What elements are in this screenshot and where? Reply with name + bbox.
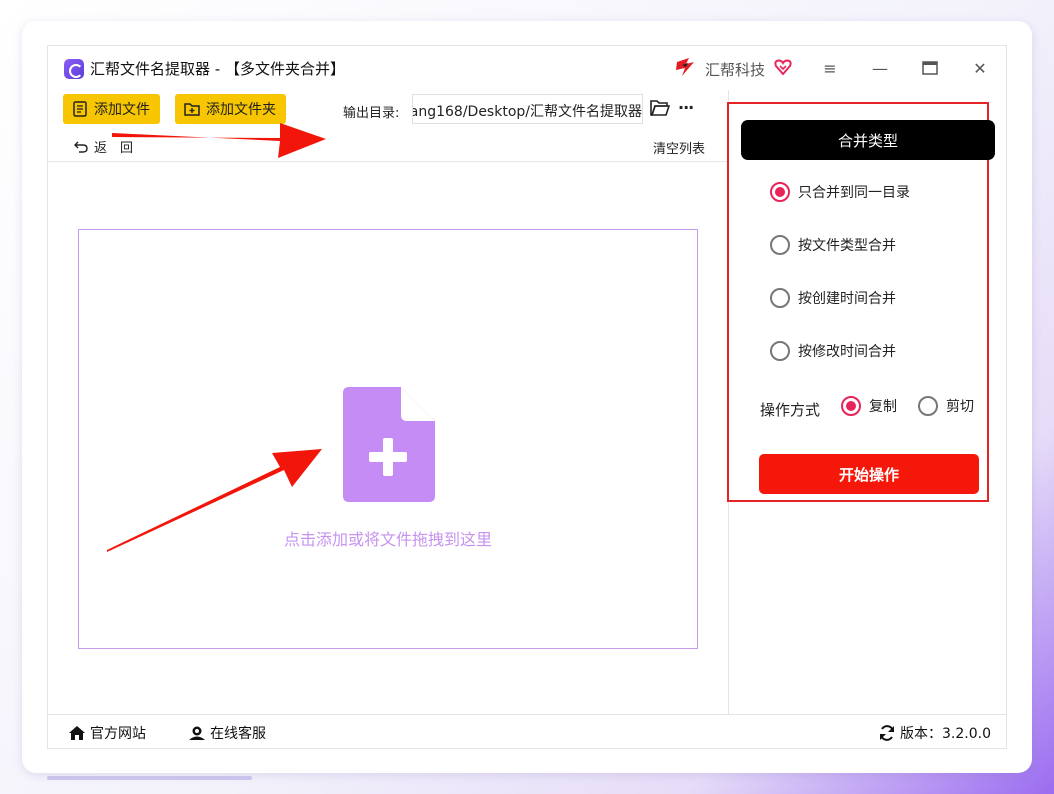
- start-operation-button[interactable]: 开始操作: [759, 454, 979, 494]
- version-label: 版本：3.2.0.0: [900, 726, 991, 742]
- add-document-icon[interactable]: [343, 387, 435, 502]
- home-icon: [69, 726, 85, 740]
- radio-selected-icon[interactable]: [841, 396, 861, 416]
- main-window: 汇帮文件名提取器 - 【多文件夹合并】 汇帮科技 ≡ — ✕ 添加文件 添加文件…: [47, 45, 1007, 749]
- file-list-icon: [73, 101, 87, 117]
- heart-icon[interactable]: [774, 58, 792, 76]
- output-dir-field[interactable]: ang168/Desktop/汇帮文件名提取器: [412, 94, 643, 124]
- option-label: 只合并到同一目录: [798, 185, 910, 201]
- toolbar-divider: [48, 161, 728, 162]
- add-folder-label: 添加文件夹: [206, 102, 276, 118]
- drop-hint: 点击添加或将文件拖拽到这里: [283, 530, 492, 549]
- option-label: 按修改时间合并: [798, 344, 896, 360]
- refresh-icon[interactable]: [878, 725, 896, 741]
- minimize-icon[interactable]: —: [868, 56, 892, 80]
- maximize-icon[interactable]: [918, 56, 942, 80]
- option-by-created-time[interactable]: 按创建时间合并: [770, 288, 896, 308]
- title-bar: 汇帮文件名提取器 - 【多文件夹合并】 汇帮科技 ≡ — ✕: [48, 46, 1006, 90]
- back-label: 返 回: [94, 141, 134, 156]
- window-title: 汇帮文件名提取器 - 【多文件夹合并】: [90, 60, 345, 78]
- add-folder-button[interactable]: 添加文件夹: [175, 94, 286, 124]
- radio-icon[interactable]: [770, 235, 790, 255]
- output-dir-label: 输出目录:: [343, 106, 400, 121]
- output-dir-value: ang168/Desktop/汇帮文件名提取器: [412, 104, 642, 120]
- support-agent-icon: [189, 726, 205, 740]
- radio-selected-icon[interactable]: [770, 182, 790, 202]
- folder-open-icon[interactable]: [650, 99, 670, 117]
- radio-icon[interactable]: [918, 396, 938, 416]
- app-logo-icon: [64, 59, 84, 79]
- website-label: 官方网站: [90, 726, 146, 742]
- radio-icon[interactable]: [770, 288, 790, 308]
- close-icon[interactable]: ✕: [968, 56, 992, 80]
- back-arrow-icon: [74, 141, 88, 153]
- add-file-button[interactable]: 添加文件: [63, 94, 160, 124]
- brand-name: 汇帮科技: [705, 61, 766, 79]
- support-label: 在线客服: [210, 726, 266, 742]
- operation-cut[interactable]: 剪切: [918, 396, 974, 416]
- brand-logo-icon: [676, 58, 694, 76]
- operation-label: 剪切: [946, 399, 974, 415]
- clear-list-button[interactable]: 清空列表: [653, 138, 705, 157]
- merge-type-header: 合并类型: [741, 120, 995, 160]
- menu-icon[interactable]: ≡: [818, 56, 842, 80]
- taskbar-strip: [47, 776, 252, 780]
- online-support-link[interactable]: 在线客服: [188, 723, 266, 743]
- operation-copy[interactable]: 复制: [841, 396, 897, 416]
- radio-icon[interactable]: [770, 341, 790, 361]
- add-file-label: 添加文件: [94, 102, 150, 118]
- operation-label: 复制: [869, 399, 897, 415]
- option-label: 按创建时间合并: [798, 291, 896, 307]
- folder-add-icon: [184, 103, 200, 116]
- status-divider: [48, 714, 1006, 715]
- option-by-modified-time[interactable]: 按修改时间合并: [770, 341, 896, 361]
- official-website-link[interactable]: 官方网站: [68, 723, 146, 743]
- merge-options-panel: 合并类型 只合并到同一目录 按文件类型合并 按创建时间合并 按修改时间合并 操作…: [727, 102, 995, 502]
- option-by-file-type[interactable]: 按文件类型合并: [770, 235, 896, 255]
- operation-mode-label: 操作方式: [760, 401, 821, 419]
- version-info: 版本：3.2.0.0: [878, 723, 991, 743]
- back-button[interactable]: 返 回: [74, 137, 133, 156]
- more-options-icon[interactable]: ···: [678, 98, 694, 117]
- file-drop-zone[interactable]: 点击添加或将文件拖拽到这里: [78, 229, 698, 649]
- option-label: 按文件类型合并: [798, 238, 896, 254]
- option-same-directory[interactable]: 只合并到同一目录: [770, 182, 910, 202]
